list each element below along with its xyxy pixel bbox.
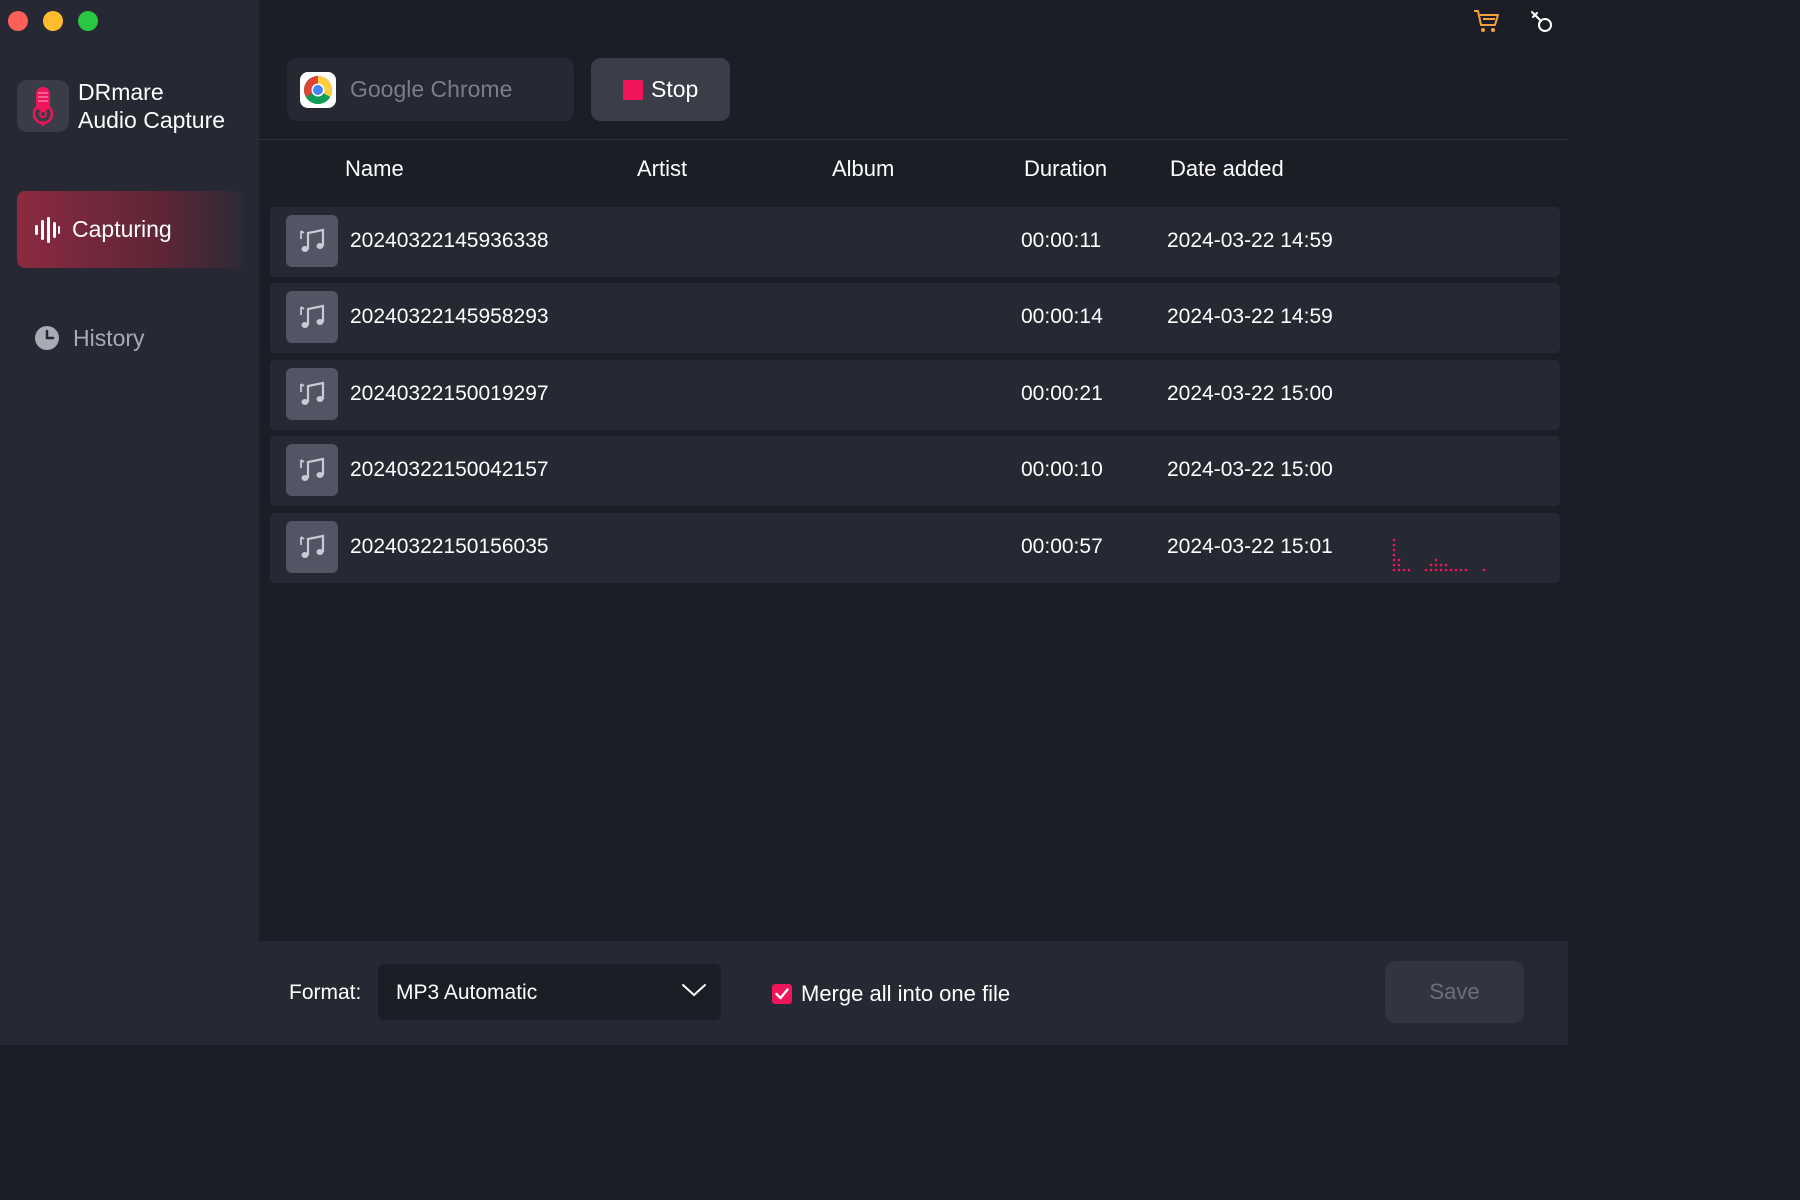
chevron-down-icon: [682, 984, 706, 997]
brand-line-1: DRmare: [78, 79, 164, 105]
format-dropdown[interactable]: MP3 Automatic: [378, 964, 721, 1020]
recording-level-meter-icon: [1392, 538, 1486, 572]
column-header-duration[interactable]: Duration: [1024, 156, 1107, 182]
format-value: MP3 Automatic: [396, 981, 538, 1004]
track-date-added: 2024-03-22 14:59: [1167, 229, 1333, 252]
table-row[interactable]: 20240322145958293 00:00:14 2024-03-22 14…: [270, 283, 1560, 353]
track-name: 20240322150019297: [350, 382, 549, 405]
app-name: DRmare Audio Capture: [78, 78, 225, 134]
music-note-icon: [286, 291, 338, 343]
track-date-added: 2024-03-22 15:00: [1167, 458, 1333, 481]
clock-icon: [35, 326, 59, 350]
music-note-icon: [286, 521, 338, 573]
track-date-added: 2024-03-22 15:01: [1167, 535, 1333, 558]
checkmark-icon: [775, 988, 789, 1000]
track-date-added: 2024-03-22 15:00: [1167, 382, 1333, 405]
table-header: Name Artist Album Duration Date added: [259, 141, 1568, 203]
footer-bar: Format: MP3 Automatic Merge all into one…: [259, 941, 1568, 1045]
merge-label: Merge all into one file: [801, 981, 1011, 1006]
format-label: Format:: [289, 981, 362, 1004]
microphone-logo-icon: [17, 80, 69, 132]
audio-source-label: Google Chrome: [350, 76, 513, 102]
stop-button[interactable]: Stop: [591, 58, 730, 121]
sidebar-item-capturing[interactable]: Capturing: [17, 191, 245, 268]
zoom-window-button[interactable]: [78, 11, 98, 31]
track-duration: 00:00:14: [1021, 305, 1103, 328]
minimize-window-button[interactable]: [43, 11, 63, 31]
track-name: 20240322150042157: [350, 458, 549, 481]
toolbar: Google Chrome Stop: [259, 0, 1568, 140]
app-brand: DRmare Audio Capture: [17, 78, 225, 134]
column-header-album[interactable]: Album: [832, 156, 894, 182]
table-row[interactable]: 20240322150156035 00:00:57 2024-03-22 15…: [270, 513, 1560, 583]
track-duration: 00:00:21: [1021, 382, 1103, 405]
stop-icon: [623, 79, 643, 100]
table-row[interactable]: 20240322150042157 00:00:10 2024-03-22 15…: [270, 436, 1560, 506]
cart-icon[interactable]: [1471, 6, 1501, 36]
key-icon[interactable]: [1527, 6, 1557, 36]
track-name: 20240322150156035: [350, 535, 549, 558]
close-window-button[interactable]: [8, 11, 28, 31]
waveform-icon: [35, 216, 60, 243]
stop-button-label: Stop: [651, 76, 699, 102]
track-name: 20240322145936338: [350, 229, 549, 252]
music-note-icon: [286, 215, 338, 267]
column-header-date-added[interactable]: Date added: [1170, 156, 1284, 182]
chrome-icon: [300, 71, 336, 108]
music-note-icon: [286, 444, 338, 496]
column-header-name[interactable]: Name: [345, 156, 404, 182]
audio-source-selector[interactable]: Google Chrome: [287, 58, 574, 121]
track-date-added: 2024-03-22 14:59: [1167, 305, 1333, 328]
sidebar-item-history[interactable]: History: [34, 320, 145, 356]
music-note-icon: [286, 368, 338, 420]
sidebar: DRmare Audio Capture Capturing History: [0, 0, 259, 1045]
column-header-artist[interactable]: Artist: [637, 156, 687, 182]
track-duration: 00:00:10: [1021, 458, 1103, 481]
merge-checkbox[interactable]: [772, 984, 792, 1004]
table-row[interactable]: 20240322145936338 00:00:11 2024-03-22 14…: [270, 207, 1560, 277]
track-name: 20240322145958293: [350, 305, 549, 328]
sidebar-item-label: Capturing: [72, 216, 172, 242]
track-duration: 00:00:11: [1021, 229, 1102, 252]
merge-checkbox-row[interactable]: Merge all into one file: [772, 981, 1010, 1007]
window-controls: [8, 11, 98, 31]
track-duration: 00:00:57: [1021, 535, 1103, 558]
table-row[interactable]: 20240322150019297 00:00:21 2024-03-22 15…: [270, 360, 1560, 430]
sidebar-item-label: History: [73, 324, 145, 351]
save-button[interactable]: Save: [1385, 961, 1524, 1023]
brand-line-2: Audio Capture: [78, 107, 226, 133]
